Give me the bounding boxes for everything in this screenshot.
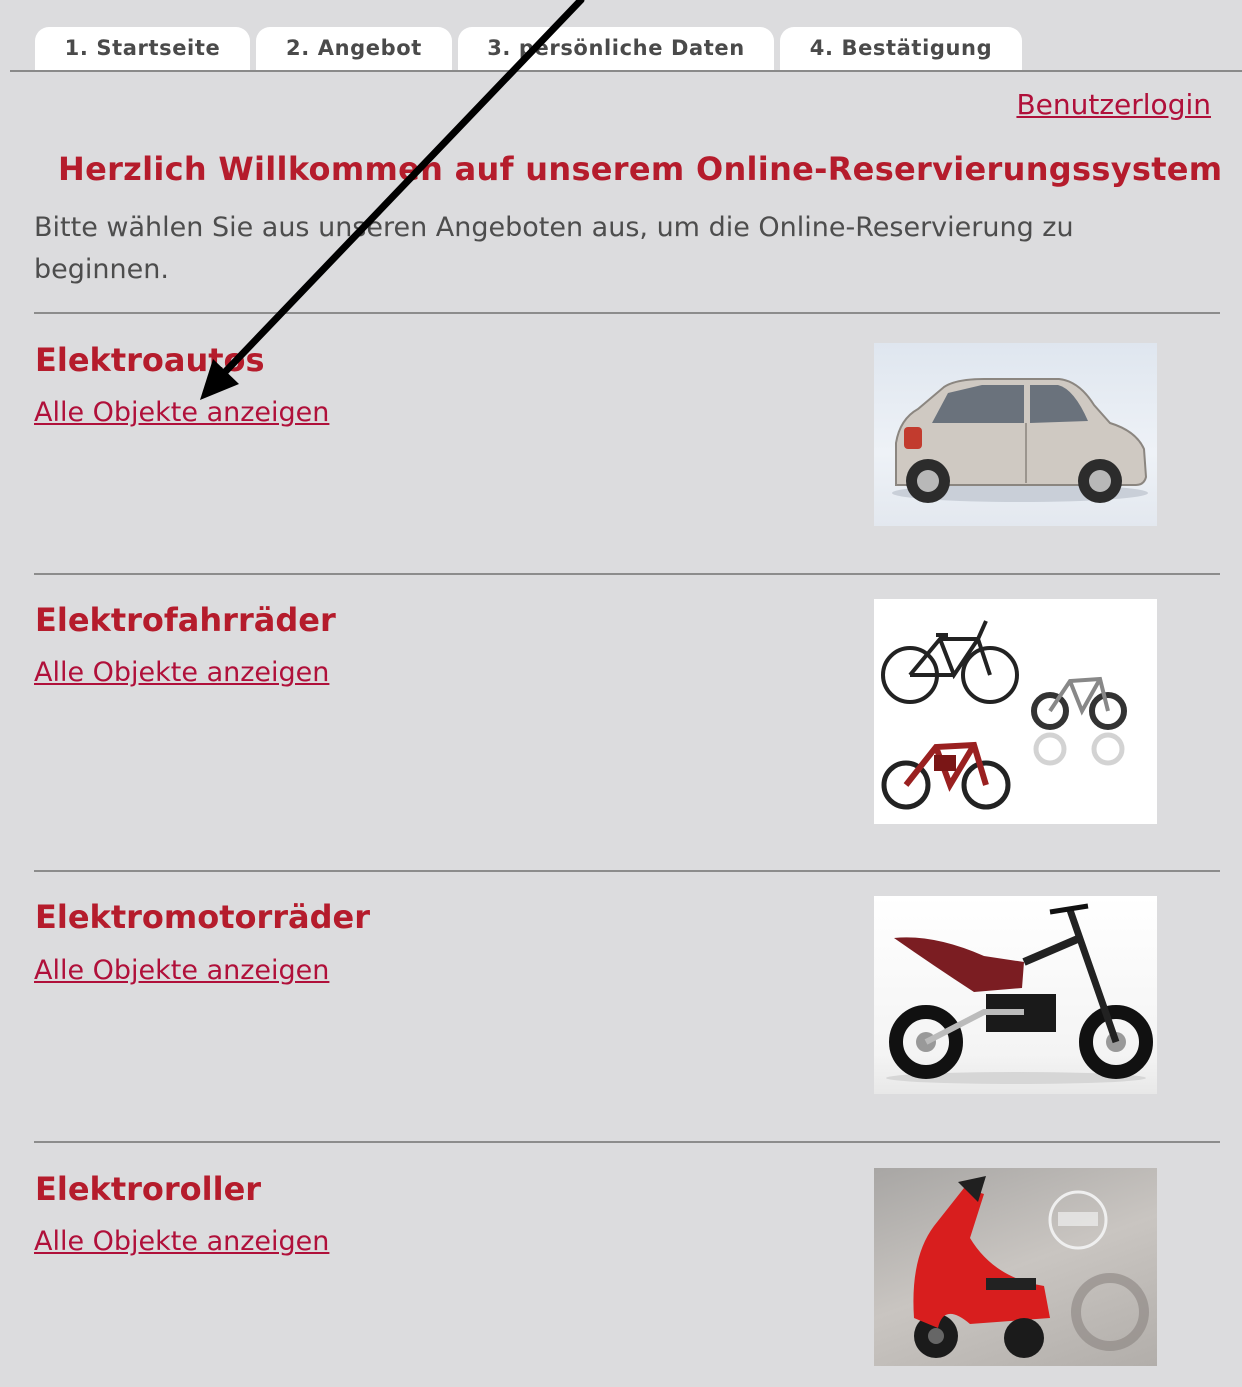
ebikes-photo[interactable] bbox=[874, 599, 1157, 824]
tab-bestaetigung[interactable]: 4. Bestätigung bbox=[780, 27, 1022, 70]
section-divider bbox=[34, 312, 1220, 314]
category-title-elektromotorraeder: Elektromotorräder bbox=[35, 898, 371, 936]
section-divider bbox=[34, 870, 1220, 872]
category-title-elektroroller: Elektroroller bbox=[35, 1170, 262, 1208]
intro-text: Bitte wählen Sie aus unseren Angeboten a… bbox=[34, 212, 1074, 285]
show-all-elektroautos-link[interactable]: Alle Objekte anzeigen bbox=[34, 397, 329, 428]
category-title-elektroautos: Elektroautos bbox=[35, 341, 265, 379]
benutzerlogin-link[interactable]: Benutzerlogin bbox=[1016, 88, 1211, 121]
tab-angebot[interactable]: 2. Angebot bbox=[256, 27, 452, 70]
car-photo[interactable] bbox=[874, 343, 1157, 526]
tab-bar-divider bbox=[10, 70, 1242, 72]
show-all-elektromotorraeder-link[interactable]: Alle Objekte anzeigen bbox=[34, 955, 329, 986]
tab-persoenliche-daten[interactable]: 3. persönliche Daten bbox=[458, 27, 774, 70]
show-all-elektroroller-link[interactable]: Alle Objekte anzeigen bbox=[34, 1226, 329, 1257]
motorbike-photo[interactable] bbox=[874, 896, 1157, 1094]
scooter-photo[interactable] bbox=[874, 1168, 1157, 1366]
section-divider bbox=[34, 573, 1220, 575]
section-divider bbox=[34, 1141, 1220, 1143]
show-all-elektrofahrraeder-link[interactable]: Alle Objekte anzeigen bbox=[34, 657, 329, 688]
step-tabs: 1. Startseite 2. Angebot 3. persönliche … bbox=[0, 0, 1242, 72]
page-title: Herzlich Willkommen auf unserem Online-R… bbox=[58, 150, 1223, 188]
tab-startseite[interactable]: 1. Startseite bbox=[35, 27, 250, 70]
category-title-elektrofahrraeder: Elektrofahrräder bbox=[35, 601, 336, 639]
